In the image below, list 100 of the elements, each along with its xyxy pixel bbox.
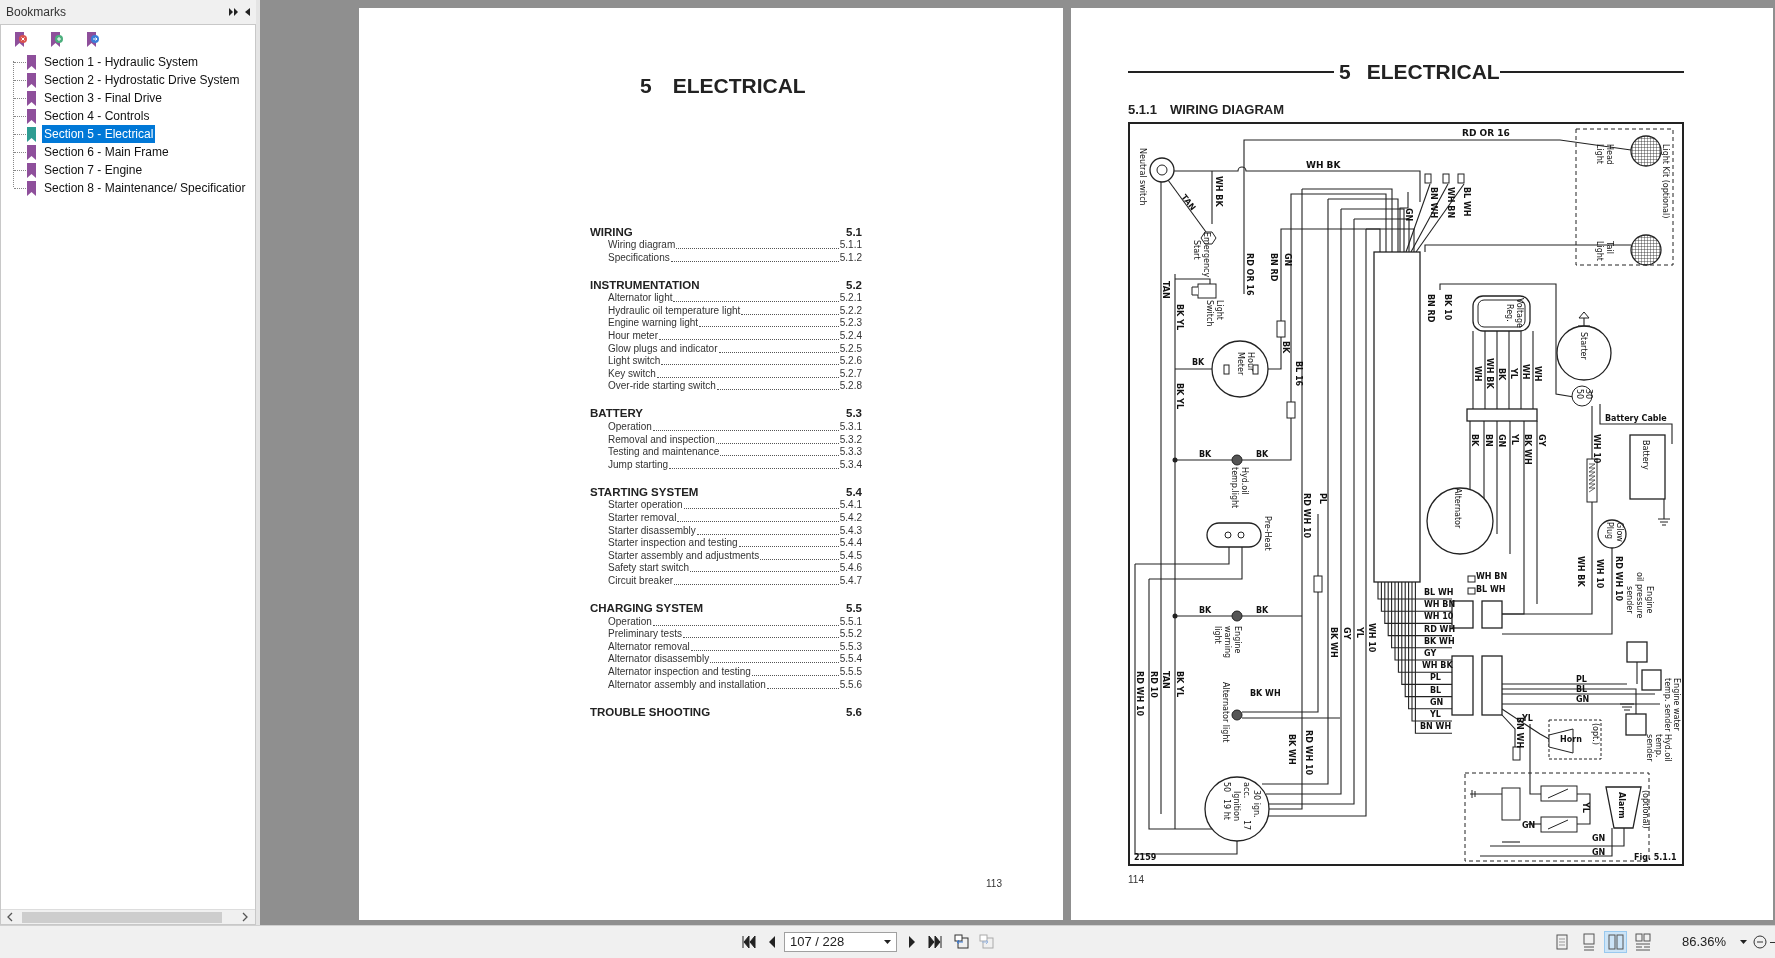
section-number: 5.2.2 xyxy=(839,304,862,317)
component-label: (optional) xyxy=(1641,789,1650,829)
zoom-level[interactable]: 86.36% xyxy=(1682,932,1727,952)
panel-title: Bookmarks xyxy=(6,4,68,21)
wire-label: WH xyxy=(1533,365,1542,382)
bookmark-item[interactable]: Section 7 - Engine xyxy=(42,161,145,179)
contents-entry: Light switch xyxy=(608,355,661,368)
collapse-icon[interactable] xyxy=(245,8,250,16)
wire-label: BK YL xyxy=(1175,303,1184,330)
zoom-out-icon[interactable] xyxy=(1753,935,1768,949)
scrollbar-thumb[interactable] xyxy=(22,911,222,923)
section-number: 5.2.8 xyxy=(839,380,862,393)
component-label: 19 ht xyxy=(1222,798,1231,820)
component-label: Alternator xyxy=(1453,487,1462,528)
previous-page-icon[interactable] xyxy=(768,936,776,948)
section-title: WIRING DIAGRAM xyxy=(1169,101,1285,119)
section-number: 5.3.2 xyxy=(839,433,862,446)
contents-heading: INSTRUMENTATION xyxy=(590,278,700,292)
section-number: 5.1.2 xyxy=(839,251,862,264)
chapter-number: 5 xyxy=(1339,61,1351,83)
wire-label: BK xyxy=(1199,605,1212,615)
wire-label: BK WH xyxy=(1523,433,1532,465)
wire-label: GY xyxy=(1537,433,1546,446)
wire-label: RD WH 10 xyxy=(1302,492,1311,538)
contents-entry: Starter operation xyxy=(608,499,683,512)
contents-entry: Alternator removal xyxy=(608,640,690,653)
last-page-icon[interactable] xyxy=(928,936,942,948)
wire-label: BK WH xyxy=(1287,733,1296,765)
contents-heading: BATTERY xyxy=(590,407,644,421)
next-page-icon[interactable] xyxy=(908,936,916,948)
go-to-bookmark-icon[interactable] xyxy=(86,32,100,48)
wire-label: TAN xyxy=(1161,670,1170,689)
bookmark-icon xyxy=(27,162,36,178)
bookmark-item[interactable]: Section 2 - Hydrostatic Drive System xyxy=(42,71,242,89)
section-number: 5.2.4 xyxy=(839,330,862,343)
previous-view-icon[interactable] xyxy=(954,934,970,950)
contents-entry: Alternator light xyxy=(608,292,673,305)
bookmark-item[interactable]: Section 8 - Maintenance/ Specificatior xyxy=(42,179,248,197)
component-label: Pre-Heat xyxy=(1263,515,1272,551)
wire-label: BK 10 xyxy=(1443,293,1452,320)
component-label: temp. sender xyxy=(1663,677,1672,731)
add-bookmark-icon[interactable] xyxy=(50,32,64,48)
wire-label: WH BK xyxy=(1485,357,1494,389)
section-number: 5.2 xyxy=(846,278,862,292)
caret-icon[interactable] xyxy=(884,940,891,944)
contents-entry: Specifications xyxy=(608,251,670,264)
component-label: sender xyxy=(1645,733,1654,761)
wire-label: 2159 xyxy=(1134,852,1157,862)
contents-entry: Over-ride starting switch xyxy=(608,380,716,393)
wire-label: BN WH xyxy=(1515,716,1524,748)
component-label: Engine xyxy=(1233,625,1242,653)
wire-label: WH BN xyxy=(1476,571,1508,581)
wire-label: GN xyxy=(1404,207,1413,221)
contents-heading: TROUBLE SHOOTING xyxy=(590,705,711,719)
component-label: oil pressure xyxy=(1635,571,1644,618)
wire-label: PL xyxy=(1430,672,1441,682)
component-label: Engine water xyxy=(1672,677,1681,731)
page-number: 113 xyxy=(986,877,1003,891)
wire-label: BL WH xyxy=(1476,584,1506,594)
section-number: 5.4.7 xyxy=(839,574,862,587)
expand-icon[interactable] xyxy=(229,8,239,16)
delete-bookmark-icon[interactable] xyxy=(14,32,28,48)
wire-label: WH 10 xyxy=(1592,433,1601,463)
continuous-facing-icon xyxy=(1633,933,1652,951)
wire-label: RD WH 10 xyxy=(1135,670,1144,716)
bookmark-item[interactable]: Section 6 - Main Frame xyxy=(42,143,171,161)
bookmark-item[interactable]: Section 5 - Electrical xyxy=(42,125,156,143)
first-page-icon[interactable] xyxy=(742,936,756,948)
contents-entry: Operation xyxy=(608,421,652,434)
bookmark-icon xyxy=(27,90,36,106)
wire-label: GN xyxy=(1430,697,1444,707)
caret-icon[interactable] xyxy=(1740,940,1748,944)
contents-entry: Wiring diagram xyxy=(608,239,676,252)
component-label: Light xyxy=(1595,240,1604,261)
component-label: Glow xyxy=(1615,521,1624,542)
bookmark-item[interactable]: Section 3 - Final Drive xyxy=(42,89,165,107)
wire-label: BK xyxy=(1256,605,1269,615)
component-label: Battery Cable xyxy=(1605,413,1667,423)
wire-label: GN xyxy=(1522,820,1536,830)
page-number-field[interactable]: 107 / 228 xyxy=(784,932,897,952)
bookmark-item[interactable]: Section 4 - Controls xyxy=(42,107,152,125)
component-label: Horn xyxy=(1560,734,1582,744)
wire-label: WH BK xyxy=(1306,159,1341,170)
component-label: Switch xyxy=(1205,299,1214,326)
section-number: 5.4.4 xyxy=(839,537,862,550)
component-label: warning xyxy=(1223,625,1232,658)
contents-entry: Key switch xyxy=(608,367,656,380)
component-label: Battery xyxy=(1641,439,1650,470)
wire-label: WH 10 xyxy=(1595,558,1604,588)
section-number: 5.5.5 xyxy=(839,665,862,678)
facing-pages-icon xyxy=(1606,933,1625,951)
wire-label: GN xyxy=(1497,433,1506,447)
section-number: 5.3 xyxy=(846,407,862,421)
component-label: 50 xyxy=(1222,781,1231,792)
contents-entry: Alternator disassembly xyxy=(608,653,710,666)
bookmark-icon xyxy=(27,180,36,196)
section-number: 5.2.6 xyxy=(839,355,862,368)
bookmark-icon xyxy=(27,108,36,124)
bookmark-item[interactable]: Section 1 - Hydraulic System xyxy=(42,53,201,71)
wire-label: BL xyxy=(1576,684,1588,694)
